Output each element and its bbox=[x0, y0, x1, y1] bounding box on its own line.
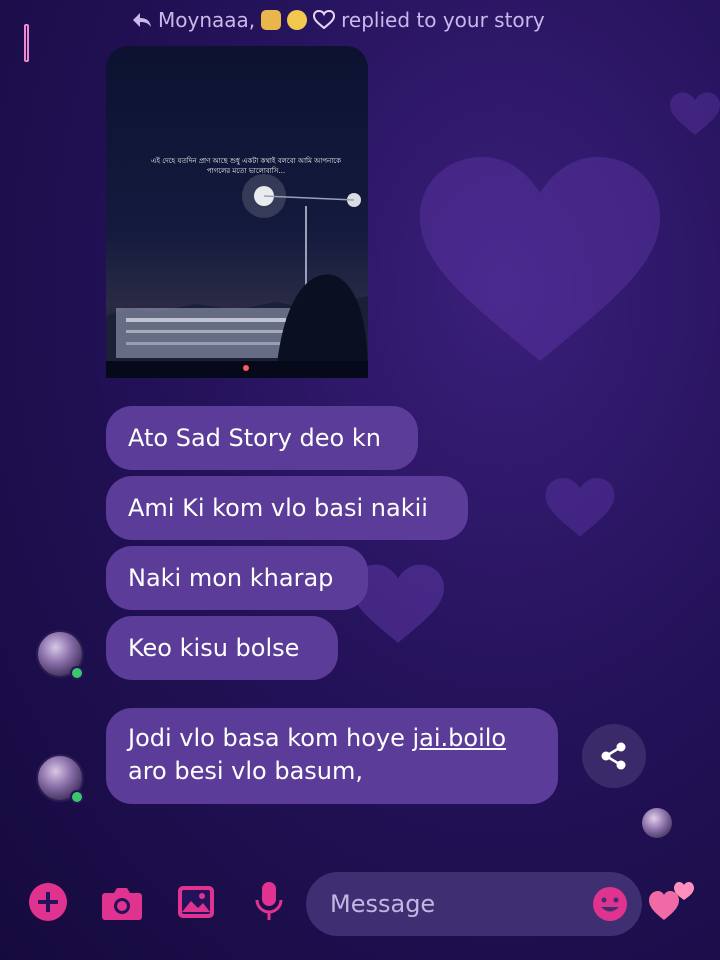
replier-name: Moynaaa, bbox=[158, 8, 256, 32]
message-text: Keo kisu bolse bbox=[128, 634, 300, 662]
message-bubble[interactable]: Jodi vlo basa kom hoye jai.boilo aro bes… bbox=[106, 708, 558, 804]
background-heart-icon bbox=[420, 157, 660, 361]
message-bubble[interactable]: Ami Ki kom vlo basi nakii bbox=[106, 476, 468, 540]
reply-arrow-icon bbox=[133, 13, 151, 27]
background-heart-icon bbox=[670, 92, 720, 135]
text-cursor bbox=[24, 24, 29, 62]
message-text: aro besi vlo basum, bbox=[128, 757, 364, 785]
emoji-icon bbox=[593, 887, 627, 921]
microphone-icon bbox=[255, 882, 283, 920]
smile-emoji-icon bbox=[287, 10, 308, 30]
message-input[interactable] bbox=[328, 889, 572, 919]
message-bubble[interactable]: Keo kisu bolse bbox=[106, 616, 338, 680]
story-reply-header: Moynaaa, replied to your story bbox=[132, 8, 545, 32]
message-text: Ato Sad Story deo kn bbox=[128, 424, 381, 452]
voice-message-button[interactable] bbox=[254, 880, 284, 924]
cat-emoji-icon bbox=[261, 10, 282, 30]
story-preview[interactable]: এই দেহে যতদিন প্রাণ আছে শুধু একটা কথাই ব… bbox=[106, 46, 368, 378]
message-text: Jodi vlo basa kom hoye bbox=[128, 724, 413, 752]
share-icon bbox=[601, 742, 626, 770]
hearts-icon bbox=[649, 882, 694, 920]
gallery-button[interactable] bbox=[176, 884, 216, 920]
message-text: Ami Ki kom vlo basi nakii bbox=[128, 494, 428, 522]
gallery-icon bbox=[178, 886, 214, 918]
camera-button[interactable] bbox=[100, 884, 144, 922]
online-status-indicator bbox=[70, 790, 84, 804]
message-text: Naki mon kharap bbox=[128, 564, 334, 592]
camera-icon bbox=[102, 888, 142, 920]
story-image bbox=[106, 174, 368, 378]
emoji-button[interactable] bbox=[592, 886, 628, 922]
seen-receipt-avatar bbox=[642, 808, 672, 838]
story-caption: এই দেহে যতদিন প্রাণ আছে শুধু একটা কথাই ব… bbox=[151, 157, 341, 175]
plus-icon bbox=[29, 883, 67, 921]
message-bubble[interactable]: Naki mon kharap bbox=[106, 546, 368, 610]
background-heart-icon bbox=[545, 478, 615, 537]
online-status-indicator bbox=[70, 666, 84, 680]
add-button[interactable] bbox=[28, 882, 68, 922]
reply-header-text: replied to your story bbox=[341, 8, 545, 32]
message-link[interactable]: jai.boilo bbox=[412, 724, 506, 752]
quick-reaction-button[interactable] bbox=[648, 878, 696, 922]
message-bubble[interactable]: Ato Sad Story deo kn bbox=[106, 406, 418, 470]
heart-hands-emoji-icon bbox=[313, 10, 336, 30]
share-button[interactable] bbox=[582, 724, 646, 788]
